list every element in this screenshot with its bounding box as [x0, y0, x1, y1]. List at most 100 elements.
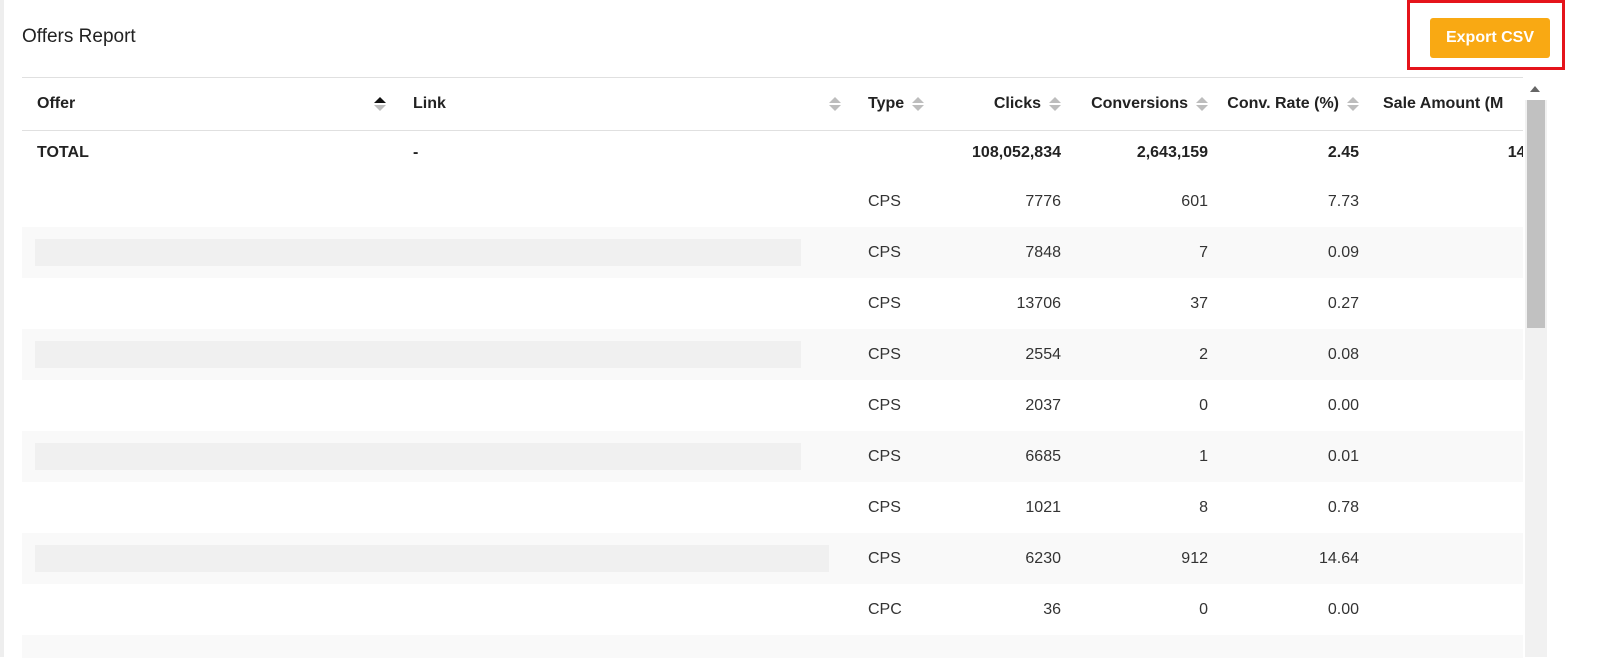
offer-cell	[22, 278, 398, 329]
conversions-cell: 8	[1199, 498, 1208, 516]
column-header-type[interactable]: Type	[853, 78, 943, 131]
clicks-cell: 36	[1043, 600, 1061, 618]
sale-amount-cell: 1	[1371, 278, 1523, 329]
column-header-label: Conv. Rate (%)	[1227, 94, 1339, 112]
conv-rate-cell: 0.27	[1327, 294, 1359, 312]
redacted-bar	[35, 545, 829, 572]
sort-icon[interactable]	[1049, 96, 1061, 111]
clicks-cell	[943, 635, 1073, 658]
page-title: Offers Report	[22, 26, 136, 47]
total-conversions: 2,643,159	[1136, 144, 1208, 162]
column-header-label: Link	[413, 94, 446, 112]
type-cell	[853, 635, 943, 658]
export-csv-button[interactable]: Export CSV	[1430, 18, 1550, 58]
clicks-cell: 1021	[1025, 498, 1061, 516]
link-cell	[398, 176, 853, 227]
type-cell: CPS	[853, 227, 943, 278]
total-row: TOTAL - 108,052,834 2,643,159 2.45 149,8…	[22, 130, 1523, 176]
redacted-bar	[35, 239, 801, 266]
sort-ascending-icon[interactable]	[374, 96, 386, 111]
sale-amount-cell	[1371, 584, 1523, 635]
sort-icon[interactable]	[1347, 96, 1359, 111]
conversions-cell: 7	[1073, 227, 1220, 278]
total-link: -	[413, 144, 419, 162]
type-cell: CPS	[853, 533, 943, 584]
column-header-label: Clicks	[993, 94, 1041, 112]
column-header-link[interactable]: Link	[398, 78, 853, 131]
link-cell	[398, 278, 853, 329]
type-cell: CPS	[868, 396, 901, 414]
offer-link-cell	[22, 329, 853, 380]
left-border	[0, 0, 4, 657]
type-cell: CPS	[868, 192, 901, 210]
sale-amount-cell	[1371, 380, 1523, 431]
type-cell: CPS	[868, 498, 901, 516]
conversions-cell: 37	[1190, 294, 1208, 312]
link-cell	[398, 482, 853, 533]
table-row[interactable]	[22, 635, 1523, 658]
conv-rate-cell: 0.00	[1327, 396, 1359, 414]
conv-rate-cell: 7.73	[1327, 192, 1359, 210]
sale-amount-cell	[1371, 533, 1523, 584]
offer-link-cell	[22, 431, 853, 482]
clicks-cell: 2554	[943, 329, 1073, 380]
total-sale-amount: 149,887,	[1507, 144, 1523, 162]
conversions-cell: 2	[1073, 329, 1220, 380]
clicks-cell: 6685	[943, 431, 1073, 482]
clicks-cell: 2037	[1025, 396, 1061, 414]
scroll-up-arrow-icon[interactable]	[1530, 86, 1540, 92]
conv-rate-cell: 0.78	[1327, 498, 1359, 516]
sort-icon[interactable]	[912, 96, 925, 111]
scrollbar-thumb[interactable]	[1527, 100, 1545, 328]
conversions-cell: 0	[1199, 396, 1208, 414]
type-cell: CPS	[868, 294, 901, 312]
type-cell: CPS	[853, 329, 943, 380]
table-row[interactable]: CPS 2037 0 0.00	[22, 380, 1523, 431]
table-row[interactable]: CPC 36 0 0.00	[22, 584, 1523, 635]
clicks-cell: 7776	[1025, 192, 1061, 210]
column-header-label: Offer	[37, 94, 76, 112]
column-header-offer[interactable]: Offer	[22, 78, 398, 131]
sale-amount-cell	[1371, 329, 1523, 380]
conv-rate-cell	[1220, 635, 1371, 658]
total-type	[853, 130, 943, 176]
column-header-clicks[interactable]: Clicks	[943, 78, 1073, 131]
table-row[interactable]: CPS 7848 7 0.09	[22, 227, 1523, 278]
table-row[interactable]: CPS 6230 912 14.64	[22, 533, 1523, 584]
conversions-cell: 601	[1181, 192, 1208, 210]
sale-amount-cell	[1371, 635, 1523, 658]
clicks-cell: 7848	[943, 227, 1073, 278]
table-row[interactable]: CPS 13706 37 0.27 1	[22, 278, 1523, 329]
sale-amount-cell	[1371, 482, 1523, 533]
column-header-conv-rate[interactable]: Conv. Rate (%)	[1220, 78, 1371, 131]
conversions-cell: 912	[1073, 533, 1220, 584]
offer-link-cell	[22, 635, 853, 658]
link-cell	[398, 584, 853, 635]
conversions-cell	[1073, 635, 1220, 658]
total-conv-rate: 2.45	[1327, 144, 1359, 162]
offer-cell	[22, 176, 398, 227]
sort-icon[interactable]	[1196, 96, 1208, 111]
offer-cell	[22, 482, 398, 533]
conv-rate-cell: 0.08	[1220, 329, 1371, 380]
conversions-cell: 0	[1199, 600, 1208, 618]
sort-icon[interactable]	[829, 96, 841, 111]
link-cell	[398, 380, 853, 431]
column-header-label: Conversions	[1091, 94, 1188, 112]
table-row[interactable]: CPS 1021 8 0.78	[22, 482, 1523, 533]
offers-table: Offer Link Type Clicks Conversions Conv.…	[22, 77, 1523, 658]
column-header-sale-amount[interactable]: Sale Amount (M	[1371, 78, 1523, 131]
table-row[interactable]: CPS 6685 1 0.01	[22, 431, 1523, 482]
type-cell: CPC	[868, 600, 902, 618]
type-cell: CPS	[853, 431, 943, 482]
clicks-cell: 13706	[1016, 294, 1062, 312]
column-header-conversions[interactable]: Conversions	[1073, 78, 1220, 131]
redacted-bar	[35, 341, 801, 368]
clicks-cell: 6230	[943, 533, 1073, 584]
conv-rate-cell: 0.00	[1327, 600, 1359, 618]
sale-amount-cell	[1371, 227, 1523, 278]
total-label: TOTAL	[37, 144, 89, 162]
total-clicks: 108,052,834	[972, 144, 1061, 162]
table-row[interactable]: CPS 7776 601 7.73 21	[22, 176, 1523, 227]
table-row[interactable]: CPS 2554 2 0.08	[22, 329, 1523, 380]
